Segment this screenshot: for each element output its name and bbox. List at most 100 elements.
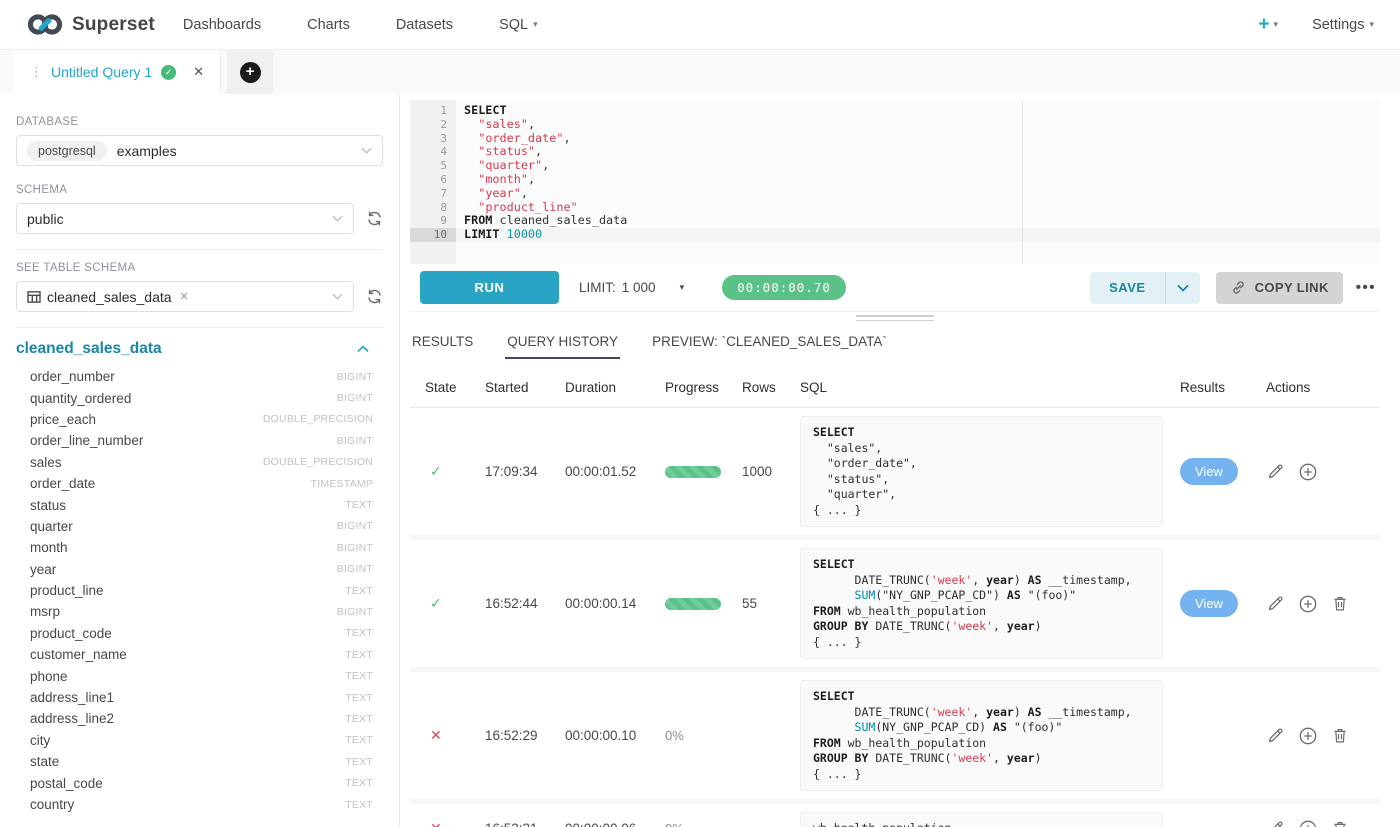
copy-link-label: COPY LINK: [1255, 280, 1329, 295]
database-dialect-pill: postgresql: [27, 141, 107, 161]
nav-dashboards[interactable]: Dashboards: [183, 17, 261, 33]
line-number: 6: [410, 173, 456, 187]
sql-line: FROM wb_health_population: [813, 736, 1150, 752]
table-column-row: price_eachDOUBLE_PRECISION: [16, 409, 383, 430]
view-results-button[interactable]: View: [1180, 458, 1238, 485]
failed-x-icon: ✕: [410, 727, 485, 744]
edit-icon[interactable]: [1266, 726, 1285, 745]
save-options-button[interactable]: [1166, 272, 1200, 304]
line-number: 8: [410, 201, 456, 215]
editor-line: 6 "month",: [410, 173, 1380, 187]
editor-line: 1SELECT: [410, 104, 1380, 118]
main-nav: Dashboards Charts Datasets SQL▾: [183, 17, 538, 33]
refresh-tables-icon[interactable]: [366, 288, 383, 305]
column-name: year: [30, 562, 56, 577]
sql-editor[interactable]: 1SELECT2 "sales",3 "order_date",4 "statu…: [410, 100, 1380, 264]
query-sql-preview: wb_health_population: [800, 812, 1163, 827]
column-name: msrp: [30, 604, 60, 619]
panel-resize-handle[interactable]: [410, 312, 1380, 324]
query-tab[interactable]: ⋮ Untitled Query 1 ✓ ✕: [14, 50, 221, 94]
history-header-actions: Actions: [1266, 372, 1380, 407]
edit-icon[interactable]: [1266, 462, 1285, 481]
failed-x-icon: ✕: [410, 820, 485, 827]
query-success-icon: ✓: [161, 65, 176, 80]
trash-icon[interactable]: [1331, 819, 1349, 827]
column-type: BIGINT: [337, 520, 373, 532]
trash-icon[interactable]: [1331, 726, 1349, 745]
more-actions-button[interactable]: •••: [1356, 279, 1376, 296]
column-name: status: [30, 498, 66, 513]
tab-preview[interactable]: PREVIEW: `CLEANED_SALES_DATA`: [650, 328, 889, 359]
table-column-row: stateTEXT: [16, 751, 383, 772]
close-tab-icon[interactable]: ✕: [193, 64, 204, 80]
run-button[interactable]: RUN: [420, 271, 559, 304]
tab-results[interactable]: RESULTS: [410, 328, 475, 359]
limit-dropdown[interactable]: LIMIT: 1 000 ▾: [579, 280, 684, 295]
editor-code: "quarter",: [456, 159, 549, 173]
plus-icon[interactable]: [1298, 726, 1318, 746]
plus-icon[interactable]: [1298, 594, 1318, 614]
plus-icon[interactable]: [1298, 819, 1318, 827]
schema-select[interactable]: public: [16, 203, 354, 234]
collapse-table-icon[interactable]: [357, 345, 369, 353]
editor-line: 7 "year",: [410, 187, 1380, 201]
history-rows: ✓17:09:3400:00:01.521000SELECT "sales", …: [410, 408, 1380, 827]
nav-datasets[interactable]: Datasets: [396, 17, 453, 33]
limit-value: 1 000: [622, 280, 656, 295]
query-actions: [1266, 726, 1380, 746]
editor-line: 3 "order_date",: [410, 132, 1380, 146]
view-results-button[interactable]: View: [1180, 590, 1238, 617]
copy-link-button[interactable]: COPY LINK: [1216, 272, 1343, 304]
nav-charts[interactable]: Charts: [307, 17, 350, 33]
table-select[interactable]: cleaned_sales_data ✕: [16, 281, 354, 312]
settings-menu[interactable]: Settings▾: [1312, 17, 1374, 33]
column-type: TIMESTAMP: [311, 478, 373, 490]
chevron-down-icon: ▾: [1369, 19, 1374, 30]
editor-code: "sales",: [456, 118, 535, 132]
refresh-schemas-icon[interactable]: [366, 210, 383, 227]
remove-table-icon[interactable]: ✕: [180, 290, 189, 303]
trash-icon[interactable]: [1331, 594, 1349, 613]
column-name: country: [30, 797, 74, 812]
nav-sql-menu[interactable]: SQL▾: [499, 17, 538, 33]
column-type: DOUBLE_PRECISION: [263, 456, 373, 468]
editor-line: 8 "product_line": [410, 201, 1380, 215]
limit-label: LIMIT:: [579, 280, 616, 295]
column-name: quarter: [30, 519, 73, 534]
new-item-menu[interactable]: +▾: [1258, 14, 1278, 36]
progress-text: 0%: [665, 728, 684, 743]
column-name: quantity_ordered: [30, 391, 131, 406]
table-column-row: product_codeTEXT: [16, 623, 383, 644]
edit-icon[interactable]: [1266, 594, 1285, 613]
table-column-row: postal_codeTEXT: [16, 772, 383, 793]
column-name: product_code: [30, 626, 112, 641]
save-button[interactable]: SAVE: [1090, 272, 1164, 304]
database-select[interactable]: postgresql examples: [16, 135, 383, 166]
sql-line: SELECT: [813, 689, 1150, 705]
superset-brand[interactable]: Superset: [26, 11, 155, 38]
column-name: price_each: [30, 412, 96, 427]
column-name: address_line1: [30, 690, 114, 705]
editor-line: 5 "quarter",: [410, 159, 1380, 173]
column-type: BIGINT: [337, 542, 373, 554]
tab-query-history[interactable]: QUERY HISTORY: [505, 328, 620, 359]
new-tab-button[interactable]: +: [227, 50, 273, 94]
divider: [16, 249, 383, 250]
database-value: examples: [117, 143, 177, 159]
sql-line: "sales",: [813, 441, 1150, 457]
progress-text: 0%: [665, 821, 684, 827]
query-rows: 1000: [742, 464, 800, 479]
column-name: phone: [30, 669, 68, 684]
plus-icon: +: [240, 62, 261, 83]
table-schema-title[interactable]: cleaned_sales_data: [16, 340, 162, 358]
column-name: order_date: [30, 476, 95, 491]
progress-bar: [665, 466, 721, 478]
plus-icon[interactable]: [1298, 462, 1318, 482]
results-tabs: RESULTS QUERY HISTORY PREVIEW: `CLEANED_…: [410, 324, 1380, 359]
query-duration: 00:00:00.10: [565, 728, 665, 743]
edit-icon[interactable]: [1266, 819, 1285, 827]
editor-code: "month",: [456, 173, 535, 187]
sql-line: wb_health_population: [813, 821, 1150, 827]
table-column-row: quarter BIGINT: [16, 516, 383, 537]
editor-code: FROM cleaned_sales_data: [456, 214, 627, 228]
